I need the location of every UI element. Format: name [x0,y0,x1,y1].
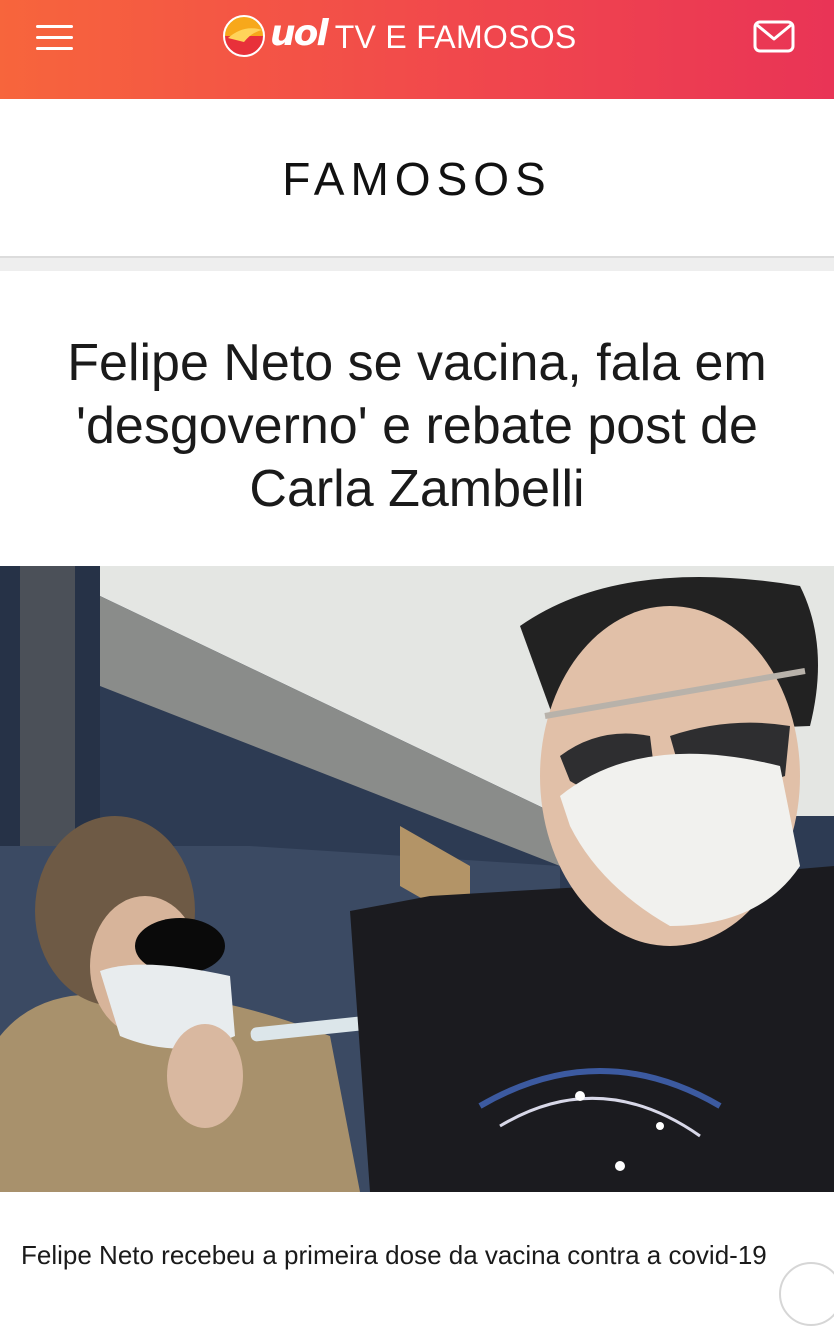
section-divider [0,256,834,271]
uol-logo-icon [223,15,265,57]
envelope-icon[interactable] [753,20,795,53]
top-navigation-bar: uol TV E FAMOSOS [0,0,834,99]
article-photo[interactable] [0,566,834,1192]
category-header: FAMOSOS [0,99,834,257]
share-button[interactable] [779,1262,834,1326]
photo-illustration [0,566,834,1192]
category-title[interactable]: FAMOSOS [282,150,551,206]
site-logo[interactable]: uol TV E FAMOSOS [222,12,577,60]
article-title: Felipe Neto se vacina, fala em 'desgover… [67,334,767,518]
hamburger-menu-icon[interactable] [36,25,74,51]
photo-caption: Felipe Neto recebeu a primeira dose da v… [21,1240,767,1270]
brand-name: uol [270,12,329,54]
section-name: TV E FAMOSOS [334,18,577,55]
